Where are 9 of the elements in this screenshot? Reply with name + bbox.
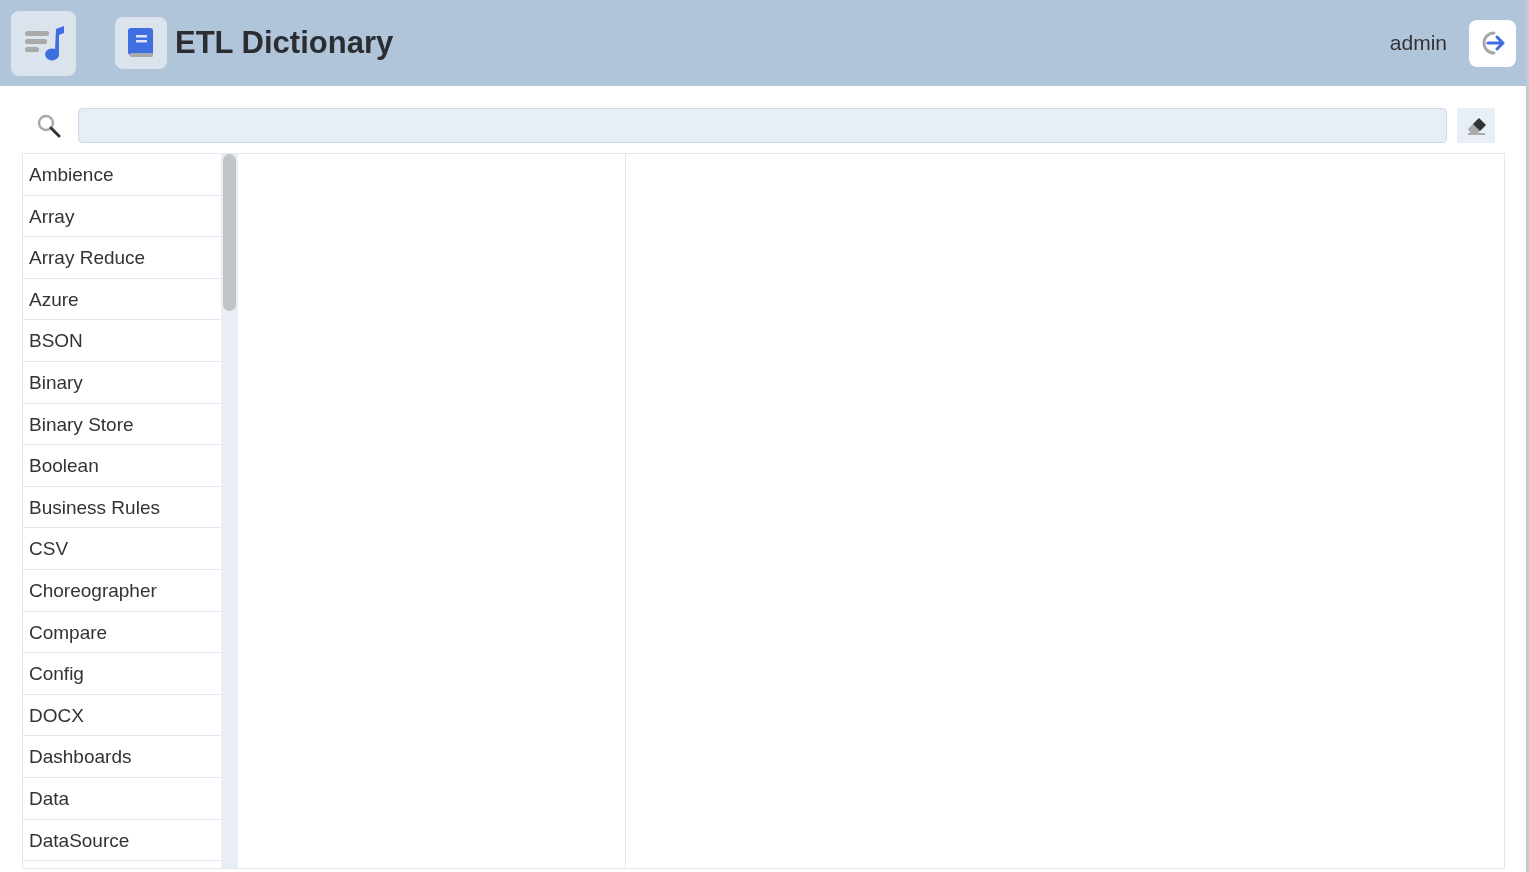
clear-button[interactable] xyxy=(1457,108,1495,143)
search-field[interactable] xyxy=(78,108,1447,143)
book-icon xyxy=(115,17,167,69)
user-name: admin xyxy=(1389,31,1447,55)
scrollbar[interactable] xyxy=(221,154,238,868)
logout-button[interactable] xyxy=(1469,19,1516,67)
app-title: ETL Dictionary xyxy=(175,25,394,61)
app-logo-icon[interactable] xyxy=(11,10,76,76)
search-icon xyxy=(37,113,61,138)
